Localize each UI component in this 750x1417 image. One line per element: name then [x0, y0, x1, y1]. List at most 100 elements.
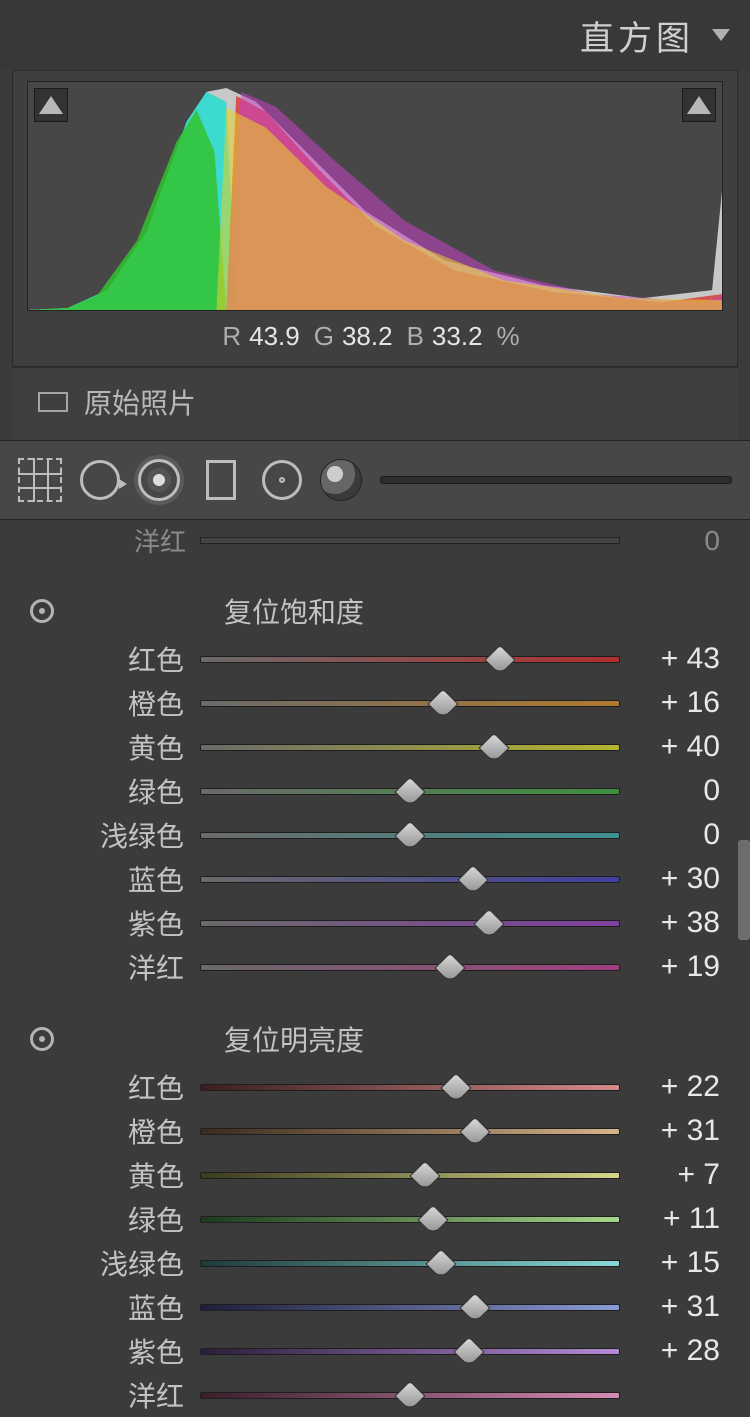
- group-toggle-icon[interactable]: [30, 1027, 54, 1051]
- g-value: 38.2: [342, 321, 393, 351]
- slider-thumb[interactable]: [457, 864, 488, 895]
- slider-row: 紫色+ 38: [0, 901, 750, 945]
- slider-track[interactable]: [200, 656, 620, 663]
- slider-label: 浅绿色: [30, 1243, 200, 1283]
- slider-group: 复位明亮度红色+ 22橙色 + 31 黄色 + 7 绿色+ 11浅绿色 + 15 蓝色 + 3…: [0, 989, 750, 1417]
- slider-track[interactable]: [200, 1304, 620, 1311]
- slider-row: 橙色 + 31: [0, 1109, 750, 1153]
- highlight-clip-icon[interactable]: [682, 88, 716, 122]
- slider-value: + 22: [620, 1070, 720, 1104]
- slider-thumb[interactable]: [440, 1072, 471, 1103]
- slider-thumb[interactable]: [434, 952, 465, 983]
- slider-value: + 43: [620, 642, 720, 676]
- slider-track[interactable]: [200, 788, 620, 795]
- collapse-triangle-icon[interactable]: [712, 29, 730, 41]
- slider-label: 橙色: [30, 683, 200, 723]
- slider-row: 绿色0: [0, 769, 750, 813]
- radial-tool-icon[interactable]: [262, 460, 302, 500]
- slider-row: 绿色+ 11: [0, 1197, 750, 1241]
- original-photo-row[interactable]: 原始照片: [12, 367, 738, 440]
- slider-thumb[interactable]: [453, 1336, 484, 1367]
- slider-label: 蓝色: [30, 1287, 200, 1327]
- slider-thumb[interactable]: [394, 820, 425, 851]
- slider-row: 洋红: [0, 1373, 750, 1417]
- slider-value: 0: [620, 818, 720, 852]
- slider-row: 橙色+ 16: [0, 681, 750, 725]
- slider-label: 洋红: [30, 947, 200, 987]
- slider-row: 红色 + 43: [0, 637, 750, 681]
- slider-track[interactable]: [200, 700, 620, 707]
- slider-thumb[interactable]: [459, 1292, 490, 1323]
- group-toggle-icon[interactable]: [30, 599, 54, 623]
- panel-title: 直方图: [580, 11, 694, 60]
- slider-label: 红色: [30, 639, 200, 679]
- slider-value: + 31: [620, 1290, 720, 1324]
- gradient-tool-icon[interactable]: [206, 460, 236, 500]
- slider-thumb[interactable]: [394, 776, 425, 807]
- slider-track[interactable]: [200, 1216, 620, 1223]
- slider-label: 黄色: [30, 727, 200, 767]
- histogram-container: R43.9 G38.2 B33.2 %: [12, 70, 738, 367]
- slider-label: 浅绿色: [30, 815, 200, 855]
- slider-track[interactable]: [200, 832, 620, 839]
- original-rect-icon: [38, 392, 68, 412]
- group-title: 复位明亮度: [224, 1019, 364, 1059]
- slider-value: + 30: [620, 862, 720, 896]
- slider-label: 洋红: [30, 1375, 200, 1415]
- slider-track[interactable]: [200, 744, 620, 751]
- b-value: 33.2: [432, 321, 483, 351]
- slider-label: 绿色: [30, 771, 200, 811]
- slider-thumb[interactable]: [394, 1380, 425, 1411]
- slider-thumb[interactable]: [459, 1116, 490, 1147]
- slider-row: 黄色 + 40: [0, 725, 750, 769]
- slider-row: 洋红 + 19: [0, 945, 750, 989]
- slider-row: 紫色+ 28: [0, 1329, 750, 1373]
- slider-row: 红色+ 22: [0, 1065, 750, 1109]
- slider-label: 黄色: [30, 1155, 200, 1195]
- slider-track[interactable]: [200, 1348, 620, 1355]
- slider-value: + 28: [620, 1334, 720, 1368]
- slider-track[interactable]: [200, 920, 620, 927]
- original-photo-label: 原始照片: [84, 382, 196, 422]
- slider-thumb[interactable]: [409, 1160, 440, 1191]
- pct-label: %: [497, 321, 520, 352]
- partial-label: 洋红: [30, 522, 200, 559]
- histogram-svg: [28, 82, 722, 310]
- slider-track[interactable]: [200, 1128, 620, 1135]
- slider-track[interactable]: [200, 876, 620, 883]
- slider-track[interactable]: [200, 1084, 620, 1091]
- crop-tool-icon[interactable]: [18, 458, 62, 502]
- slider-value: + 15: [620, 1246, 720, 1280]
- slider-thumb[interactable]: [417, 1204, 448, 1235]
- slider-track[interactable]: [200, 1392, 620, 1399]
- slider-thumb[interactable]: [428, 688, 459, 719]
- slider-value: + 7: [620, 1158, 720, 1192]
- spot-tool-icon[interactable]: [80, 460, 120, 500]
- slider-value: + 19: [620, 950, 720, 984]
- r-label: R: [222, 321, 241, 351]
- slider-track[interactable]: [200, 1260, 620, 1267]
- histogram-panel-header[interactable]: 直方图: [0, 0, 750, 70]
- histogram-plot[interactable]: [27, 81, 723, 311]
- toolstrip-slider[interactable]: [380, 476, 732, 484]
- slider-track[interactable]: [200, 1172, 620, 1179]
- scrollbar-thumb[interactable]: [738, 840, 750, 940]
- slider-label: 橙色: [30, 1111, 200, 1151]
- r-value: 43.9: [249, 321, 300, 351]
- slider-thumb[interactable]: [484, 644, 515, 675]
- slider-thumb[interactable]: [426, 1248, 457, 1279]
- slider-row: 蓝色 + 31: [0, 1285, 750, 1329]
- range-mask-tool-icon[interactable]: [320, 459, 362, 501]
- slider-track[interactable]: [200, 964, 620, 971]
- slider-value: + 40: [620, 730, 720, 764]
- slider-value: + 31: [620, 1114, 720, 1148]
- partial-track[interactable]: [200, 537, 620, 544]
- shadow-clip-icon[interactable]: [34, 88, 68, 122]
- slider-thumb[interactable]: [474, 908, 505, 939]
- slider-row: 浅绿色 0: [0, 813, 750, 857]
- slider-row: 浅绿色 + 15: [0, 1241, 750, 1285]
- redeye-tool-icon[interactable]: [138, 459, 180, 501]
- partial-magenta-row: 洋红 0: [0, 520, 750, 561]
- slider-thumb[interactable]: [478, 732, 509, 763]
- partial-value: 0: [620, 525, 720, 557]
